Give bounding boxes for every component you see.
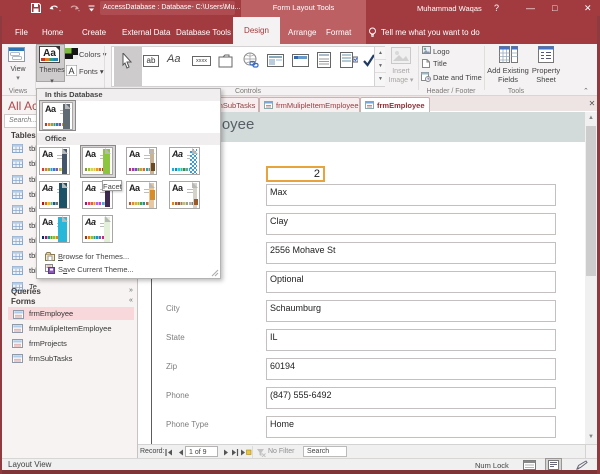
svg-text:A: A (68, 66, 74, 76)
